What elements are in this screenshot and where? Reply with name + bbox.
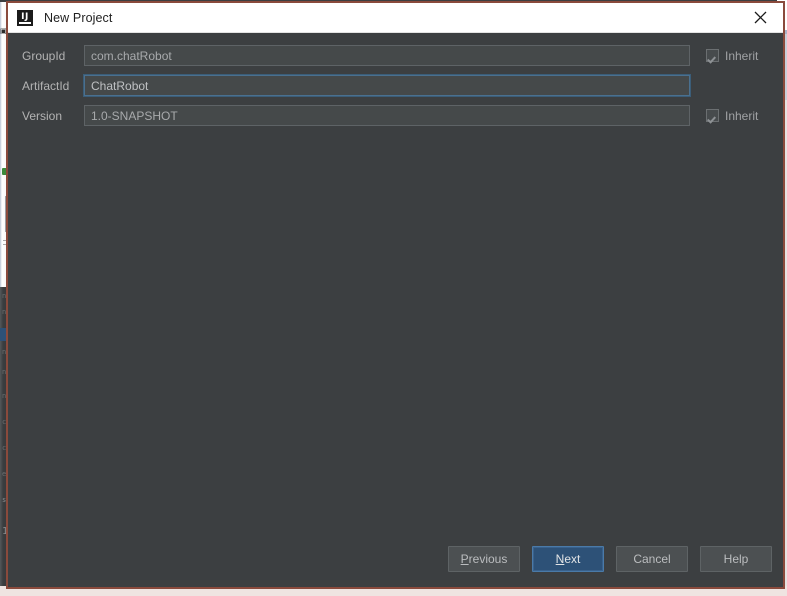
dialog-title-bar[interactable]: IJ New Project — [8, 3, 783, 33]
version-input[interactable] — [84, 105, 690, 126]
next-button-label: Next — [555, 552, 581, 566]
dialog-title: New Project — [44, 10, 113, 25]
artifactid-label: ArtifactId — [22, 78, 70, 93]
cancel-button-label: Cancel — [633, 552, 671, 566]
groupid-label: GroupId — [22, 48, 66, 63]
groupid-inherit-label: Inherit — [725, 48, 759, 63]
version-label: Version — [22, 108, 63, 123]
groupid-input[interactable] — [84, 45, 690, 66]
artifactid-input[interactable] — [84, 75, 690, 96]
groupid-inherit-checkbox-group[interactable]: Inherit — [706, 49, 758, 63]
previous-button-label: Previous — [460, 552, 508, 566]
dialog-button-bar: Previous Next Cancel Help — [8, 531, 783, 587]
intellij-idea-icon: IJ — [17, 9, 33, 26]
version-inherit-label: Inherit — [725, 108, 759, 123]
help-button[interactable]: Help — [700, 546, 772, 572]
groupid-inherit-checkbox[interactable] — [706, 49, 719, 62]
maven-coordinates-form: GroupId Inherit ArtifactId Version Inher… — [8, 33, 783, 135]
field-row-version: Version Inherit — [8, 105, 783, 126]
field-row-groupid: GroupId Inherit — [8, 45, 783, 66]
version-inherit-checkbox[interactable] — [706, 109, 719, 122]
cancel-button[interactable]: Cancel — [616, 546, 688, 572]
version-inherit-checkbox-group[interactable]: Inherit — [706, 109, 758, 123]
new-project-dialog: IJ New Project GroupId Inherit ArtifactI… — [6, 1, 785, 589]
dialog-content-area — [8, 135, 783, 531]
next-button[interactable]: Next — [532, 546, 604, 572]
field-row-artifactid: ArtifactId — [8, 75, 783, 96]
help-button-label: Help — [723, 552, 749, 566]
close-icon[interactable] — [737, 3, 783, 32]
previous-button[interactable]: Previous — [448, 546, 520, 572]
